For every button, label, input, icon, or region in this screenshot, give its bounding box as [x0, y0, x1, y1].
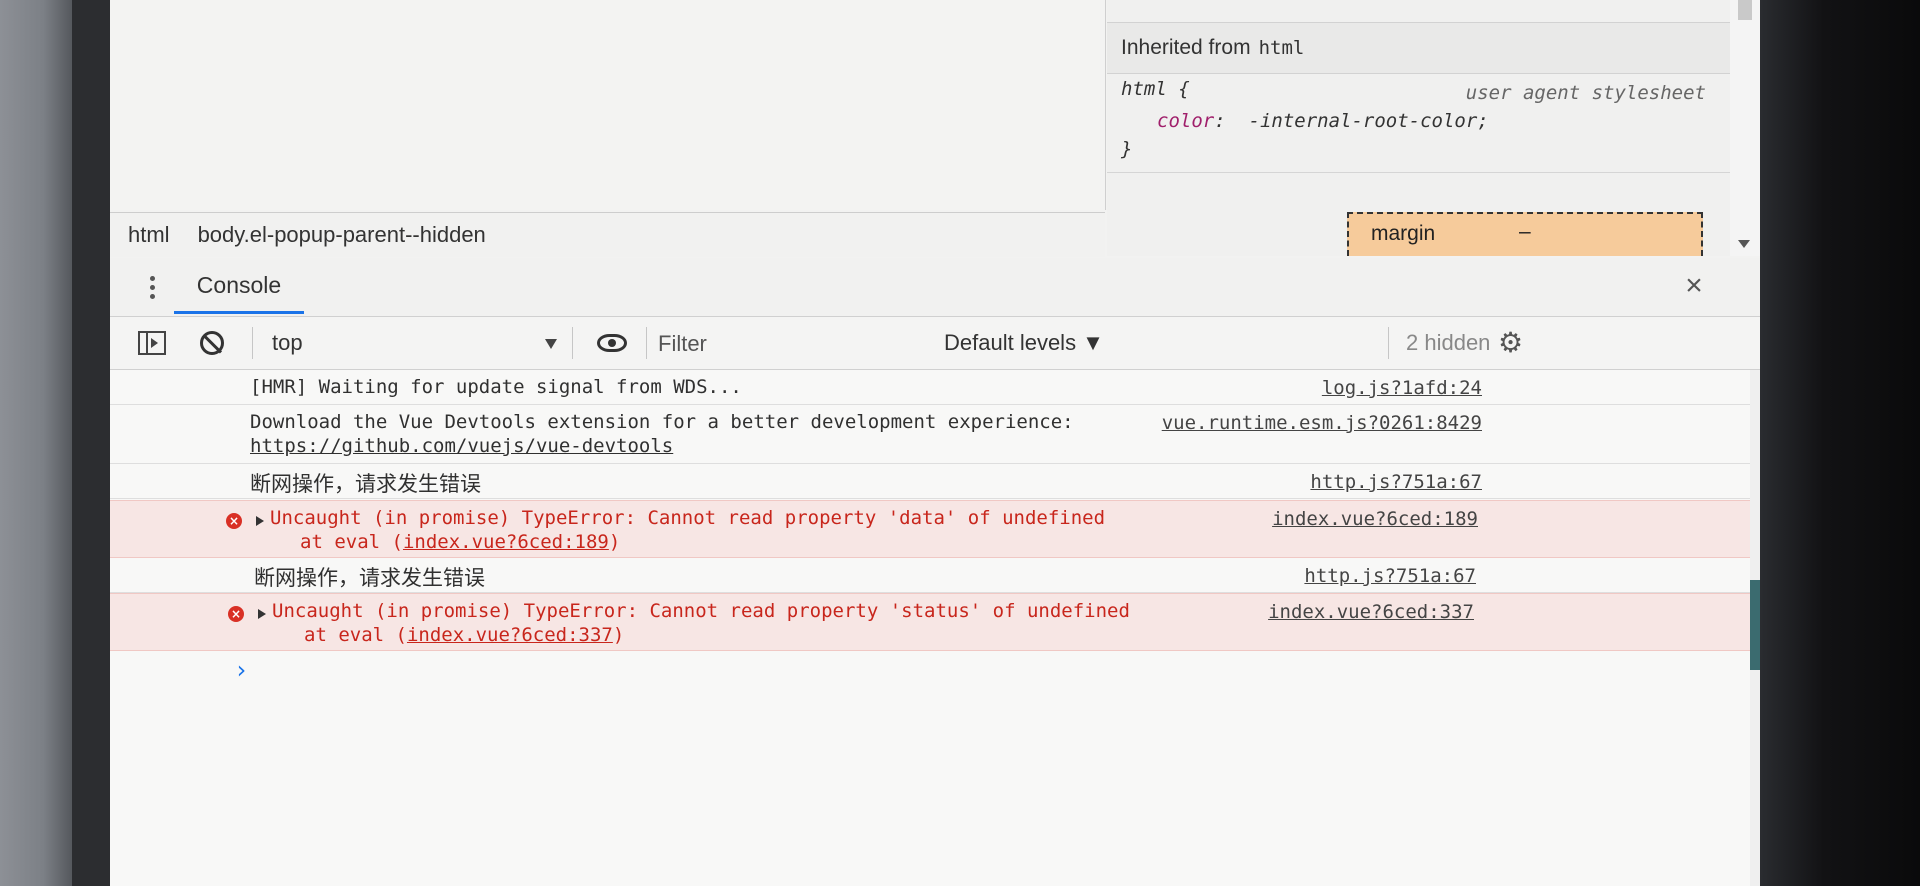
right-bezel: [1760, 0, 1920, 886]
clear-console-icon[interactable]: [194, 325, 230, 361]
trace-prefix: at eval (: [300, 531, 403, 553]
box-model-margin-value[interactable]: –: [1519, 220, 1531, 244]
trace-suffix: ): [612, 624, 625, 646]
console-message: 断网操作，请求发生错误 http.js?751a:67: [110, 464, 1750, 499]
rule-value: -internal-root-color;: [1248, 110, 1489, 132]
message-text: [HMR] Waiting for update signal from WDS…: [250, 376, 742, 398]
kebab-menu-icon[interactable]: [148, 272, 156, 300]
error-trace: at eval (index.vue?6ced:337): [304, 624, 624, 646]
devtools-panel: html body.el-popup-parent--hidden Inheri…: [110, 0, 1760, 886]
console-message: 断网操作，请求发生错误 http.js?751a:67: [110, 558, 1750, 593]
inherited-header: Inherited from html: [1107, 22, 1730, 74]
styles-scrollbar-thumb[interactable]: [1738, 0, 1752, 20]
box-model-margin-label: margin: [1371, 222, 1436, 245]
toolbar-divider: [252, 327, 253, 359]
screen: html body.el-popup-parent--hidden Inheri…: [0, 0, 1920, 886]
message-link[interactable]: https://github.com/vuejs/vue-devtools: [250, 435, 673, 457]
left-bezel-inner: [72, 0, 112, 886]
breadcrumb-item-html[interactable]: html: [128, 222, 170, 248]
error-circle-icon: ×: [226, 513, 242, 529]
message-source-link[interactable]: index.vue?6ced:189: [1272, 508, 1478, 530]
error-text: Uncaught (in promise) TypeError: Cannot …: [270, 507, 1106, 529]
rule-close: }: [1121, 138, 1133, 160]
trace-suffix: ): [608, 531, 621, 553]
trace-link[interactable]: index.vue?6ced:189: [403, 531, 609, 553]
toolbar-divider: [1388, 327, 1389, 359]
inherited-element[interactable]: html: [1259, 37, 1305, 59]
live-expression-eye-icon[interactable]: [592, 325, 632, 361]
rule-property: color: [1157, 110, 1215, 132]
console-scrollbar[interactable]: [1750, 370, 1760, 886]
dropdown-arrow-icon: [545, 339, 557, 349]
show-sidebar-icon[interactable]: [134, 325, 170, 361]
context-value: top: [272, 330, 303, 355]
console-toolbar: top Default levels ▼ 2 hidden ⚙: [110, 317, 1760, 370]
console-message: Download the Vue Devtools extension for …: [110, 405, 1750, 464]
message-source-link[interactable]: vue.runtime.esm.js?0261:8429: [1162, 412, 1482, 434]
console-error-message: × Uncaught (in promise) TypeError: Canno…: [110, 500, 1750, 558]
context-select[interactable]: top: [272, 325, 557, 361]
error-text: Uncaught (in promise) TypeError: Cannot …: [272, 600, 1130, 622]
trace-link[interactable]: index.vue?6ced:337: [407, 624, 613, 646]
log-levels-dropdown[interactable]: Default levels ▼: [944, 325, 1104, 361]
scroll-down-arrow-icon[interactable]: [1738, 240, 1750, 248]
console-scrollbar-thumb[interactable]: [1750, 580, 1760, 670]
console-drawer: Console × top Default levels ▼ 2 hidden …: [110, 258, 1760, 886]
breadcrumb-item-body[interactable]: body.el-popup-parent--hidden: [198, 222, 486, 248]
console-messages: [HMR] Waiting for update signal from WDS…: [110, 370, 1750, 886]
console-message: [HMR] Waiting for update signal from WDS…: [110, 370, 1750, 405]
page-preview-area: [110, 0, 1106, 210]
message-source-link[interactable]: index.vue?6ced:337: [1268, 601, 1474, 623]
gear-icon[interactable]: ⚙: [1498, 329, 1526, 357]
hidden-messages-count: 2 hidden: [1406, 330, 1491, 355]
error-trace: at eval (index.vue?6ced:189): [300, 531, 620, 553]
triangle-right-icon[interactable]: [256, 516, 264, 526]
close-icon[interactable]: ×: [1676, 268, 1712, 304]
styles-scrollbar[interactable]: [1730, 0, 1760, 256]
toolbar-divider: [572, 327, 573, 359]
message-source-link[interactable]: log.js?1afd:24: [1322, 377, 1482, 399]
styles-pane: Inherited from html html { user agent sty…: [1107, 0, 1730, 270]
message-text: Download the Vue Devtools extension for …: [250, 411, 1074, 433]
tab-console[interactable]: Console: [174, 258, 304, 314]
message-source-link[interactable]: http.js?751a:67: [1310, 471, 1482, 493]
prompt-chevron-icon: ›: [234, 656, 249, 684]
triangle-right-icon[interactable]: [258, 609, 266, 619]
message-text: 断网操作，请求发生错误: [254, 566, 485, 590]
trace-prefix: at eval (: [304, 624, 407, 646]
rule-selector[interactable]: html {: [1121, 78, 1190, 100]
filter-input[interactable]: [656, 325, 920, 363]
toolbar-divider: [646, 327, 647, 359]
error-circle-icon: ×: [228, 606, 244, 622]
inherited-label: Inherited from: [1121, 36, 1251, 59]
console-error-message: × Uncaught (in promise) TypeError: Canno…: [110, 593, 1750, 651]
message-source-link[interactable]: http.js?751a:67: [1304, 565, 1476, 587]
breadcrumb: html body.el-popup-parent--hidden: [110, 212, 1105, 257]
rule-source: user agent stylesheet: [1465, 82, 1706, 104]
box-model-diagram: margin –: [1347, 212, 1703, 270]
left-bezel: [0, 0, 72, 886]
message-text: 断网操作，请求发生错误: [250, 472, 481, 496]
css-rule: html { user agent stylesheet color: -int…: [1107, 72, 1730, 173]
drawer-tab-bar: Console ×: [110, 258, 1760, 317]
rule-declaration[interactable]: color: -internal-root-color;: [1157, 110, 1489, 132]
console-input-area[interactable]: ›: [110, 650, 1750, 886]
